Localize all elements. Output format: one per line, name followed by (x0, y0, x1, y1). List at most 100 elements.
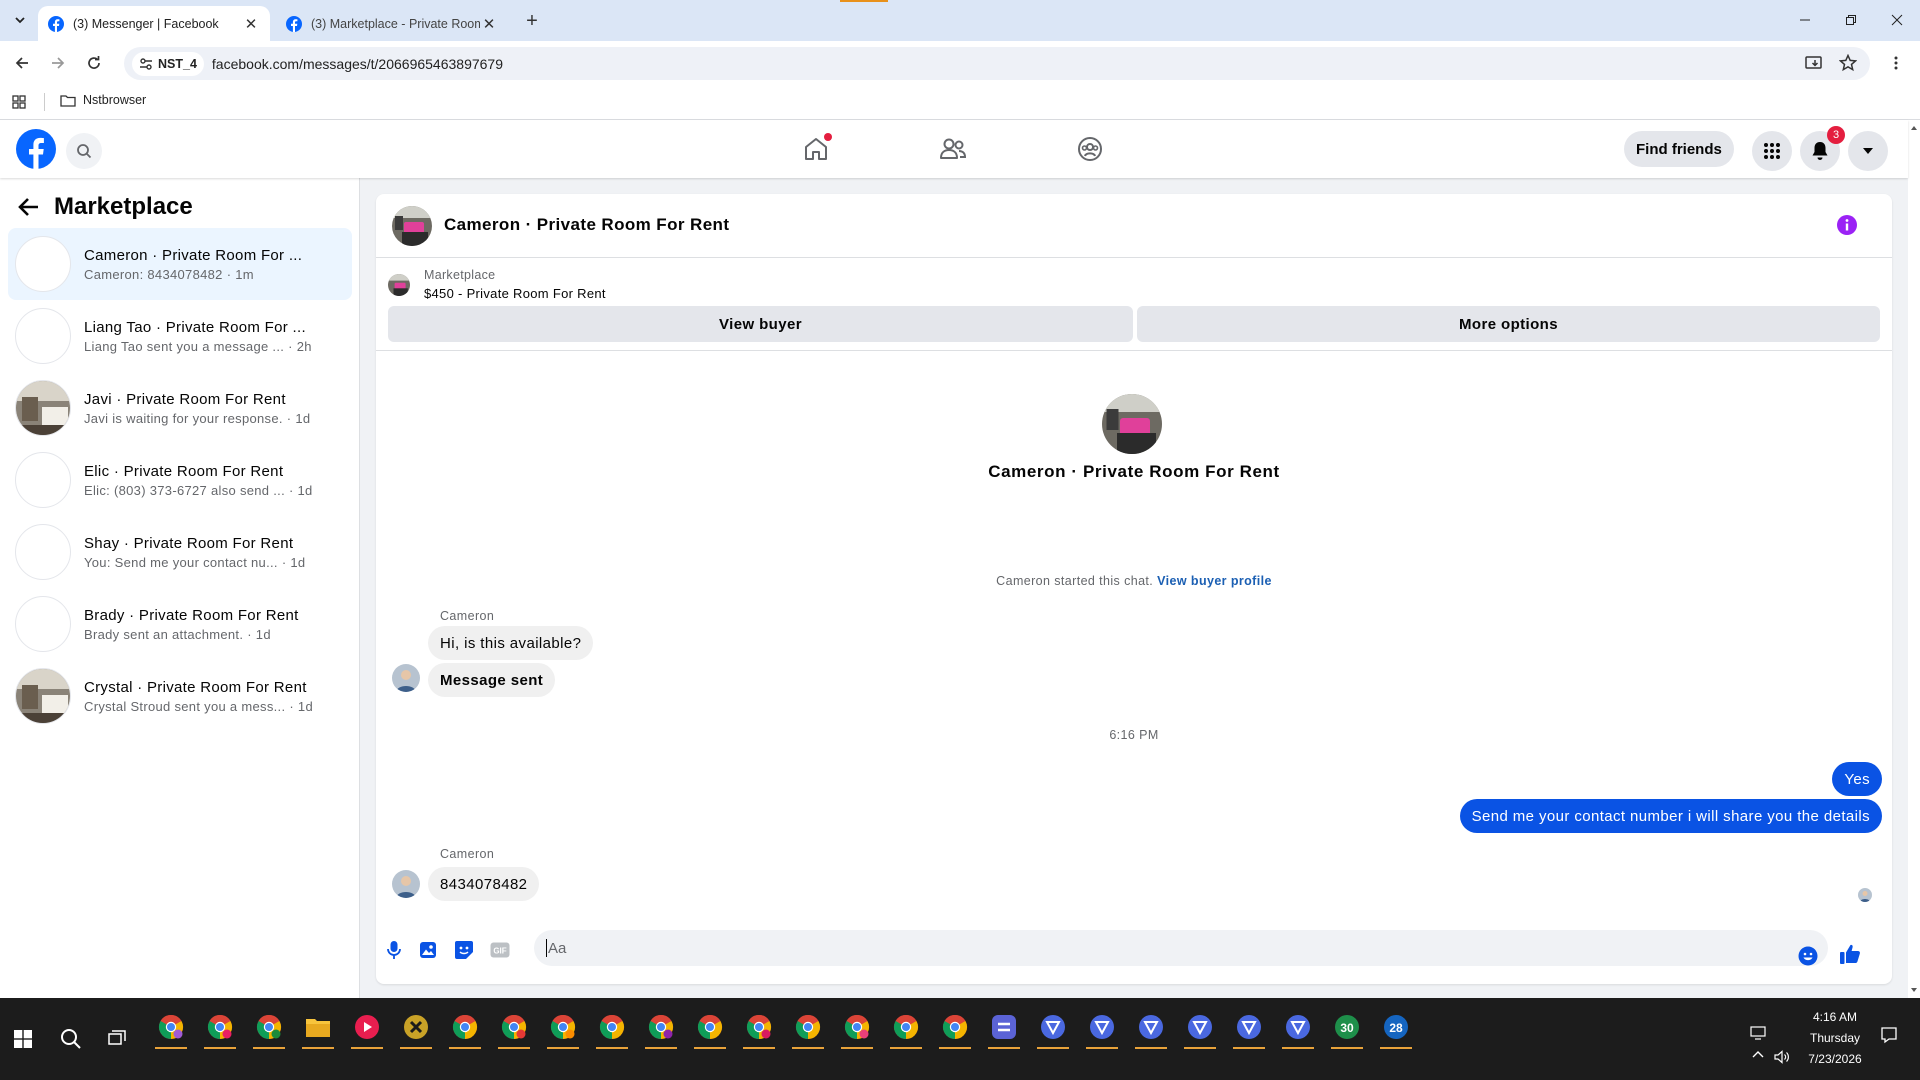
conversation-item[interactable]: Brady · Private Room For Rent Brady sent … (8, 588, 352, 660)
conversation-item[interactable]: Cameron · Private Room For ... Cameron: 8… (8, 228, 352, 300)
close-tab-icon[interactable]: ✕ (480, 15, 498, 33)
notification-center-icon[interactable] (1880, 1026, 1898, 1044)
taskbar-app-icon[interactable] (1132, 1008, 1170, 1049)
tab-messenger[interactable]: (3) Messenger | Facebook ✕ (38, 6, 270, 41)
nav-home[interactable] (760, 120, 872, 178)
scroll-up-arrow-icon[interactable] (1908, 122, 1920, 134)
taskbar-app-icon[interactable] (593, 1008, 631, 1049)
conversation-avatar[interactable] (15, 668, 71, 724)
taskbar-app-icon[interactable] (838, 1008, 876, 1049)
conversation-item[interactable]: Shay · Private Room For Rent You: Send me… (8, 516, 352, 588)
voice-clip-button[interactable] (382, 938, 406, 962)
conversation-avatar[interactable] (15, 524, 71, 580)
bookmark-star-button[interactable] (1834, 49, 1862, 77)
taskbar-app-icon[interactable] (936, 1008, 974, 1049)
conversation-item[interactable]: Crystal · Private Room For Rent Crystal S… (8, 660, 352, 732)
attach-photo-button[interactable] (416, 938, 440, 962)
facebook-logo-icon[interactable] (16, 129, 56, 169)
emoji-button[interactable] (1796, 944, 1820, 968)
site-info-chip[interactable]: NST_4 (132, 51, 204, 76)
taskbar-app-icon[interactable] (201, 1008, 239, 1049)
tab-search-dropdown-button[interactable] (6, 8, 34, 32)
outgoing-message[interactable]: Send me your contact number i will share… (1459, 799, 1882, 833)
taskbar-app-icon[interactable] (642, 1008, 680, 1049)
new-tab-button[interactable]: + (520, 9, 544, 33)
taskbar-app-icon[interactable] (152, 1008, 190, 1049)
conversation-avatar[interactable] (15, 236, 71, 292)
back-button[interactable] (8, 49, 36, 77)
tray-volume-icon[interactable] (1774, 1050, 1790, 1064)
taskbar-app-icon[interactable] (1034, 1008, 1072, 1049)
sender-avatar[interactable] (392, 870, 420, 898)
taskbar-app-icon[interactable] (985, 1008, 1023, 1049)
incoming-message[interactable]: 8434078482 (428, 867, 540, 901)
taskbar-app-icon[interactable] (397, 1008, 435, 1049)
taskbar-app-icon[interactable] (299, 1008, 337, 1049)
conversation-item[interactable]: Elic · Private Room For Rent Elic: (803) … (8, 444, 352, 516)
taskbar-app-icon[interactable] (544, 1008, 582, 1049)
send-like-button[interactable] (1838, 942, 1862, 966)
nav-friends[interactable] (897, 120, 1009, 178)
message-input[interactable]: Aa (534, 930, 1828, 966)
bookmark-folder[interactable]: Nstbrowser (60, 93, 146, 107)
tray-chevron-up-icon[interactable] (1752, 1050, 1764, 1058)
listing-thumbnail[interactable] (388, 274, 410, 296)
sender-avatar[interactable] (392, 664, 420, 692)
search-button[interactable] (66, 133, 102, 169)
find-friends-button[interactable]: Find friends (1624, 131, 1734, 167)
listing-title[interactable]: $450 - Private Room For Rent (424, 286, 606, 301)
incoming-message[interactable]: Message sent (428, 663, 556, 697)
scroll-down-arrow-icon[interactable] (1908, 984, 1920, 996)
view-buyer-button[interactable]: View buyer (388, 306, 1133, 342)
tray-network-icon[interactable] (1750, 1026, 1766, 1040)
page-scrollbar[interactable] (1908, 120, 1920, 998)
taskbar-app-icon[interactable] (446, 1008, 484, 1049)
incoming-message[interactable]: Hi, is this available? (428, 626, 594, 660)
back-arrow-icon[interactable] (18, 197, 40, 217)
url-text[interactable]: facebook.com/messages/t/2066965463897679 (212, 56, 503, 72)
address-bar[interactable]: NST_4 facebook.com/messages/t/2066965463… (124, 47, 1870, 80)
taskbar-app-icon[interactable] (789, 1008, 827, 1049)
account-menu-button[interactable] (1848, 131, 1888, 171)
taskbar-app-icon[interactable]: 30 (1328, 1008, 1366, 1049)
apps-grid-icon[interactable] (12, 95, 26, 109)
taskbar-app-icon[interactable]: 28 (1377, 1008, 1415, 1049)
taskbar-app-icon[interactable] (1181, 1008, 1219, 1049)
conversation-item[interactable]: Liang Tao · Private Room For ... Liang Ta… (8, 300, 352, 372)
taskbar-app-icon[interactable] (740, 1008, 778, 1049)
chat-avatar[interactable] (392, 206, 432, 246)
chat-title[interactable]: Cameron · Private Room For Rent (444, 215, 729, 235)
sticker-button[interactable] (452, 938, 476, 962)
gif-button[interactable]: GIF (488, 938, 512, 962)
taskbar-app-icon[interactable] (1083, 1008, 1121, 1049)
close-window-button[interactable] (1874, 0, 1920, 40)
conversation-avatar[interactable] (15, 380, 71, 436)
taskbar-app-icon[interactable] (887, 1008, 925, 1049)
taskbar-app-icon[interactable] (691, 1008, 729, 1049)
tab-marketplace[interactable]: (3) Marketplace - Private Room ✕ (276, 6, 508, 41)
conversation-avatar[interactable] (15, 308, 71, 364)
intro-avatar[interactable] (1102, 394, 1162, 454)
menu-grid-button[interactable] (1752, 131, 1792, 171)
tray-clock[interactable]: 4:16 AM Thursday 7/23/2026 (1790, 1010, 1880, 1066)
minimize-button[interactable] (1782, 0, 1828, 40)
conversation-item[interactable]: Javi · Private Room For Rent Javi is wait… (8, 372, 352, 444)
reload-button[interactable] (80, 49, 108, 77)
taskbar-app-icon[interactable] (348, 1008, 386, 1049)
info-icon[interactable] (1836, 214, 1858, 236)
restore-button[interactable] (1828, 0, 1874, 40)
view-buyer-profile-link[interactable]: View buyer profile (1157, 574, 1272, 588)
taskbar-search-button[interactable] (60, 1028, 82, 1050)
more-options-button[interactable]: More options (1137, 306, 1880, 342)
outgoing-message[interactable]: Yes (1832, 762, 1882, 796)
browser-menu-button[interactable] (1882, 49, 1910, 77)
forward-button[interactable] (44, 49, 72, 77)
conversation-avatar[interactable] (15, 596, 71, 652)
notifications-button[interactable]: 3 (1800, 126, 1845, 171)
conversation-avatar[interactable] (15, 452, 71, 508)
install-app-button[interactable] (1800, 49, 1828, 77)
taskbar-app-icon[interactable] (250, 1008, 288, 1049)
taskbar-app-icon[interactable] (1279, 1008, 1317, 1049)
close-tab-icon[interactable]: ✕ (242, 15, 260, 33)
taskbar-app-icon[interactable] (495, 1008, 533, 1049)
